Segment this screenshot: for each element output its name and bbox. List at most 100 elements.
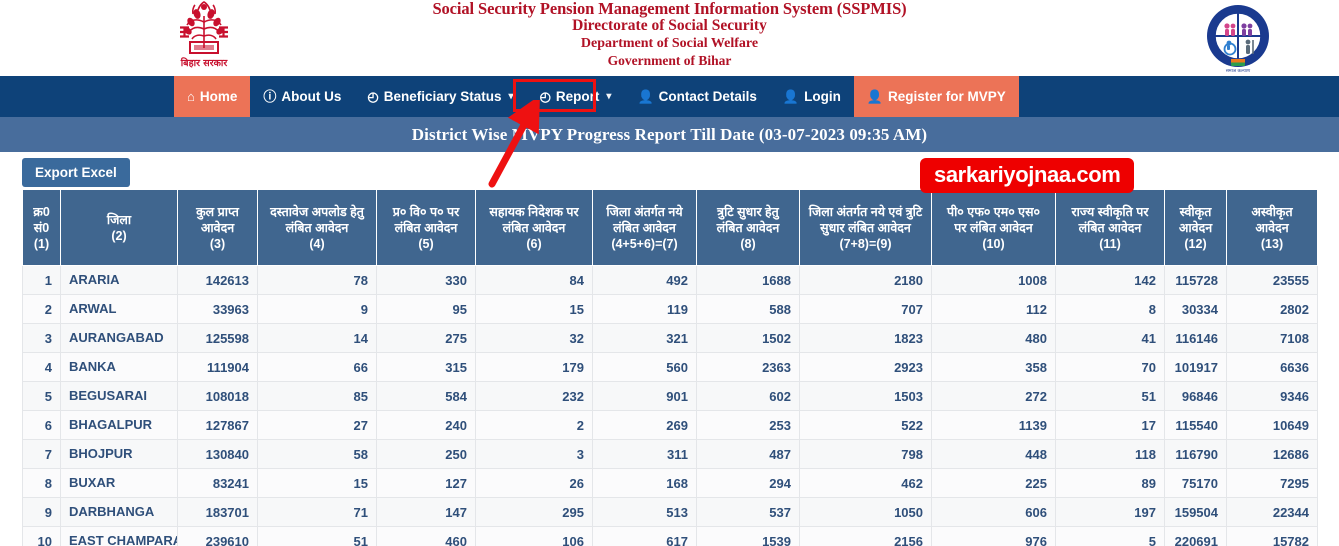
nav-item-home[interactable]: ⌂ Home — [174, 76, 251, 117]
cell-c9: 1823 — [799, 323, 932, 353]
cell-c6: 84 — [475, 265, 593, 295]
cell-c6: 32 — [475, 323, 593, 353]
cell-c11: 118 — [1055, 439, 1165, 469]
cell-c8: 1539 — [696, 526, 800, 546]
nav-item-beneficiary-status[interactable]: ◴ Beneficiary Status ▾ — [354, 76, 526, 117]
column-header-pending-state-approval: राज्य स्वीकृति पर लंबित आवेदन (11) — [1055, 189, 1165, 266]
cell-c13: 2802 — [1226, 294, 1318, 324]
cell-c4: 14 — [257, 323, 377, 353]
report-toolbar: Export Excel — [0, 152, 1339, 189]
cell-c12: 159504 — [1164, 497, 1227, 527]
nav-item-report[interactable]: ◴ Report ▾ — [527, 76, 625, 117]
column-header-district-new-and-error-pending: जिला अंतर्गत नये एवं त्रुटि सुधार लंबित … — [799, 189, 932, 266]
table-row: 1 ARARIA 142613 78 330 84 492 1688 2180 1008 142 11… — [22, 265, 1318, 295]
cell-district: ARWAL — [60, 294, 178, 324]
export-excel-button[interactable]: Export Excel — [22, 158, 130, 187]
cell-c11: 197 — [1055, 497, 1165, 527]
cell-c8: 294 — [696, 468, 800, 498]
cell-c12: 220691 — [1164, 526, 1227, 546]
cell-serial: 9 — [22, 497, 61, 527]
cell-c10: 448 — [931, 439, 1056, 469]
home-icon: ⌂ — [187, 89, 195, 104]
cell-c10: 358 — [931, 352, 1056, 382]
cell-c10: 225 — [931, 468, 1056, 498]
cell-c6: 179 — [475, 352, 593, 382]
cell-c12: 75170 — [1164, 468, 1227, 498]
cell-c3: 83241 — [177, 468, 258, 498]
cell-c13: 12686 — [1226, 439, 1318, 469]
cell-c3: 125598 — [177, 323, 258, 353]
column-header-approved: स्वीकृत आवेदन (12) — [1164, 189, 1227, 266]
cell-c5: 330 — [376, 265, 476, 295]
cell-c6: 232 — [475, 381, 593, 411]
cell-c3: 142613 — [177, 265, 258, 295]
cell-serial: 10 — [22, 526, 61, 546]
cell-serial: 1 — [22, 265, 61, 295]
table-row: 7 BHOJPUR 130840 58 250 3 311 487 798 448 118 11679… — [22, 439, 1318, 469]
nav-label-beneficiary-status: Beneficiary Status — [383, 89, 502, 104]
cell-c4: 51 — [257, 526, 377, 546]
cell-c12: 96846 — [1164, 381, 1227, 411]
cell-c13: 15782 — [1226, 526, 1318, 546]
nav-item-login[interactable]: 👤 Login — [770, 76, 854, 117]
cell-c12: 116790 — [1164, 439, 1227, 469]
cell-c13: 22344 — [1226, 497, 1318, 527]
cell-c4: 9 — [257, 294, 377, 324]
cell-c3: 111904 — [177, 352, 258, 382]
social-welfare-department-logo: समाज कल्याण — [1202, 2, 1274, 74]
cell-district: AURANGABAD — [60, 323, 178, 353]
cell-district: DARBHANGA — [60, 497, 178, 527]
cell-c3: 33963 — [177, 294, 258, 324]
column-header-district: जिला (2) — [60, 189, 178, 266]
cell-c8: 588 — [696, 294, 800, 324]
cell-c7: 168 — [592, 468, 697, 498]
cell-c3: 239610 — [177, 526, 258, 546]
column-header-error-correction-pending: त्रुटि सुधार हेतु लंबित आवेदन (8) — [696, 189, 800, 266]
cell-c3: 130840 — [177, 439, 258, 469]
report-table-container: क्र0 सं0 (1) जिला (2) कुल प्राप्त आवेदन … — [0, 189, 1339, 546]
page-title: District Wise MVPY Progress Report Till … — [0, 117, 1339, 152]
cell-c5: 584 — [376, 381, 476, 411]
cell-c6: 26 — [475, 468, 593, 498]
cell-district: BHOJPUR — [60, 439, 178, 469]
cell-serial: 7 — [22, 439, 61, 469]
cell-district: EAST CHAMPARAN — [60, 526, 178, 546]
cell-c11: 51 — [1055, 381, 1165, 411]
cell-c8: 1502 — [696, 323, 800, 353]
column-header-serial: क्र0 सं0 (1) — [22, 189, 61, 266]
nav-item-contact-details[interactable]: 👤 Contact Details — [624, 76, 769, 117]
clock-icon: ◴ — [539, 89, 551, 104]
nav-item-register-for-mvpy[interactable]: 👤 Register for MVPY — [853, 76, 1019, 117]
cell-c4: 58 — [257, 439, 377, 469]
cell-c9: 2923 — [799, 352, 932, 382]
chevron-down-icon: ▾ — [508, 91, 514, 102]
cell-serial: 6 — [22, 410, 61, 440]
cell-serial: 4 — [22, 352, 61, 382]
cell-c12: 115728 — [1164, 265, 1227, 295]
cell-c13: 9346 — [1226, 381, 1318, 411]
cell-c10: 606 — [931, 497, 1056, 527]
table-row: 2 ARWAL 33963 9 95 15 119 588 707 112 8 30334 2802 — [22, 294, 1318, 324]
column-header-pending-pvp: प्र० वि० प० पर लंबित आवेदन (5) — [376, 189, 476, 266]
cell-c12: 101917 — [1164, 352, 1227, 382]
cell-c5: 275 — [376, 323, 476, 353]
table-body: 1 ARARIA 142613 78 330 84 492 1688 2180 1008 142 11… — [22, 265, 1318, 546]
cell-c9: 522 — [799, 410, 932, 440]
cell-c4: 27 — [257, 410, 377, 440]
nav-label-register-for-mvpy: Register for MVPY — [888, 89, 1006, 104]
cell-c11: 89 — [1055, 468, 1165, 498]
cell-district: BUXAR — [60, 468, 178, 498]
cell-c4: 15 — [257, 468, 377, 498]
info-circle-icon: ⓘ — [263, 89, 277, 104]
cell-c6: 2 — [475, 410, 593, 440]
cell-serial: 5 — [22, 381, 61, 411]
table-row: 9 DARBHANGA 183701 71 147 295 513 537 1050 606 197… — [22, 497, 1318, 527]
cell-c8: 487 — [696, 439, 800, 469]
column-header-total-applications: कुल प्राप्त आवेदन (3) — [177, 189, 258, 266]
user-icon: 👤 — [782, 89, 800, 104]
cell-c5: 147 — [376, 497, 476, 527]
nav-item-about-us[interactable]: ⓘ About Us — [250, 76, 354, 117]
cell-c5: 315 — [376, 352, 476, 382]
svg-text:समाज कल्याण: समाज कल्याण — [1226, 69, 1251, 72]
cell-c9: 798 — [799, 439, 932, 469]
